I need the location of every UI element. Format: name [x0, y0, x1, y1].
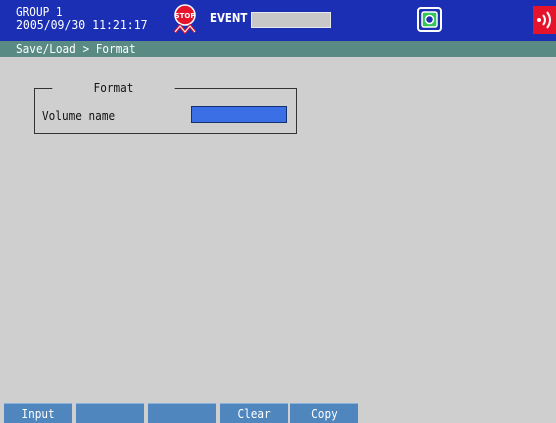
breadcrumb: Save/Load > Format — [16, 42, 136, 56]
volume-name-label: Volume name — [42, 109, 116, 123]
format-groupbox-title: Format — [52, 80, 175, 96]
softkey-bar: Input Clear Copy — [0, 403, 556, 423]
softkey-clear-label: Clear — [237, 407, 271, 421]
softkey-2[interactable] — [76, 403, 144, 423]
datetime-display: 2005/09/30 11:21:17 — [16, 17, 148, 32]
softkey-3[interactable] — [148, 403, 216, 423]
breadcrumb-bar: Save/Load > Format — [0, 41, 556, 57]
volume-name-input[interactable] — [191, 106, 287, 123]
softkey-input-label: Input — [21, 407, 55, 421]
event-field — [251, 12, 331, 28]
softkey-input[interactable]: Input — [4, 403, 72, 423]
stop-icon[interactable]: STOP — [170, 4, 200, 36]
alarm-icon — [533, 6, 556, 34]
softkey-clear[interactable]: Clear — [220, 403, 288, 423]
softkey-copy-label: Copy — [310, 407, 338, 421]
memory-card-icon — [417, 7, 442, 32]
softkey-copy[interactable]: Copy — [290, 403, 358, 423]
svg-text:STOP: STOP — [175, 12, 196, 20]
status-bar: GROUP 1 2005/09/30 11:21:17 STOP EVENT — [0, 0, 556, 41]
event-label: EVENT — [210, 11, 248, 25]
